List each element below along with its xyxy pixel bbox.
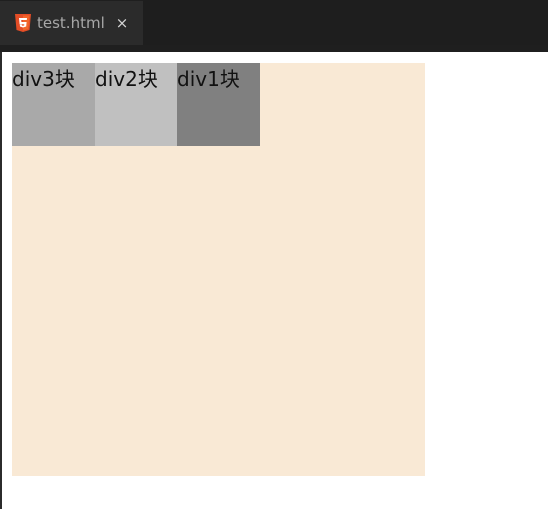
div1-label: div1块 [177, 67, 240, 91]
div3-label: div3块 [12, 67, 75, 91]
div2-label: div2块 [95, 67, 158, 91]
tab-bar-divider [0, 45, 548, 52]
div1-block: div1块 [177, 63, 260, 146]
content-container: div3块 div2块 div1块 [12, 63, 425, 476]
tab-bar: test.html × [0, 0, 548, 52]
tab-test-html[interactable]: test.html × [0, 0, 143, 45]
browser-window: test.html × div3块 div2块 div1块 [0, 0, 548, 509]
div3-block: div3块 [12, 63, 95, 146]
window-left-border [0, 52, 2, 509]
tab-label: test.html [37, 14, 105, 32]
div2-block: div2块 [95, 63, 178, 146]
close-icon[interactable]: × [113, 14, 131, 32]
html5-icon [15, 14, 31, 32]
